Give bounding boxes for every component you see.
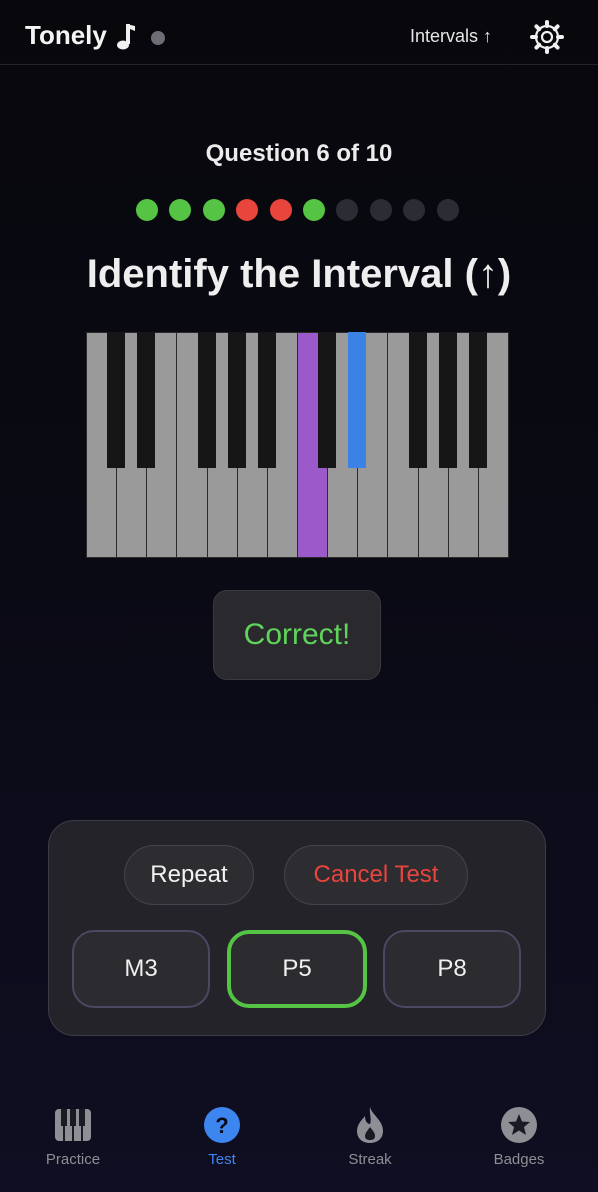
status-dot (151, 31, 165, 45)
question-counter: Question 6 of 10 (205, 140, 393, 167)
cancel-test-button[interactable]: Cancel Test (284, 845, 468, 905)
tab-practice[interactable]: Practice (13, 1105, 133, 1168)
flame-icon (357, 1107, 383, 1143)
black-key[interactable] (468, 332, 487, 468)
feedback-badge: Correct! (213, 590, 381, 680)
black-key[interactable] (438, 332, 457, 468)
black-key[interactable] (197, 332, 216, 468)
gear-icon[interactable] (529, 19, 565, 55)
black-key[interactable] (408, 332, 427, 468)
tab-bar: Practice ? Test Streak Badges (0, 1090, 598, 1192)
black-key[interactable] (318, 332, 337, 468)
answer-button-m3[interactable]: M3 (72, 930, 210, 1008)
progress-dot (202, 199, 225, 221)
tab-label-streak: Streak (348, 1151, 392, 1168)
music-note-icon (117, 24, 135, 50)
top-bar: Tonely Intervals ↑ (0, 0, 598, 65)
progress-dot (136, 199, 158, 221)
tab-streak[interactable]: Streak (310, 1105, 430, 1168)
progress-dot (303, 199, 325, 221)
progress-dot (236, 199, 259, 221)
svg-text:?: ? (215, 1113, 228, 1138)
black-key[interactable] (107, 332, 126, 468)
repeat-button[interactable]: Repeat (124, 845, 254, 905)
progress-dot (336, 199, 359, 221)
app-title: Tonely (25, 20, 107, 50)
star-badge-icon (501, 1107, 537, 1143)
tab-badges[interactable]: Badges (459, 1105, 579, 1168)
tab-label-practice: Practice (45, 1151, 101, 1168)
piano-keyboard[interactable] (86, 332, 509, 558)
progress-dot (369, 199, 392, 221)
black-key[interactable] (137, 332, 156, 468)
mode-selector[interactable]: Intervals ↑ (410, 26, 492, 47)
question-circle-icon: ? (204, 1107, 240, 1143)
piano-icon (55, 1109, 91, 1141)
tab-test[interactable]: ? Test (162, 1105, 282, 1168)
black-key[interactable] (348, 332, 367, 468)
black-key[interactable] (227, 332, 246, 468)
progress-dot (169, 199, 192, 221)
black-key[interactable] (257, 332, 276, 468)
answer-button-p8[interactable]: P8 (383, 930, 521, 1008)
progress-dot (269, 199, 292, 221)
page-title: Identify the Interval (↑) (86, 252, 512, 296)
progress-dot (403, 199, 426, 221)
tab-label-test: Test (208, 1151, 236, 1168)
progress-dot (436, 199, 459, 221)
tab-label-badges: Badges (493, 1151, 545, 1168)
answer-button-p5[interactable]: P5 (227, 930, 367, 1008)
